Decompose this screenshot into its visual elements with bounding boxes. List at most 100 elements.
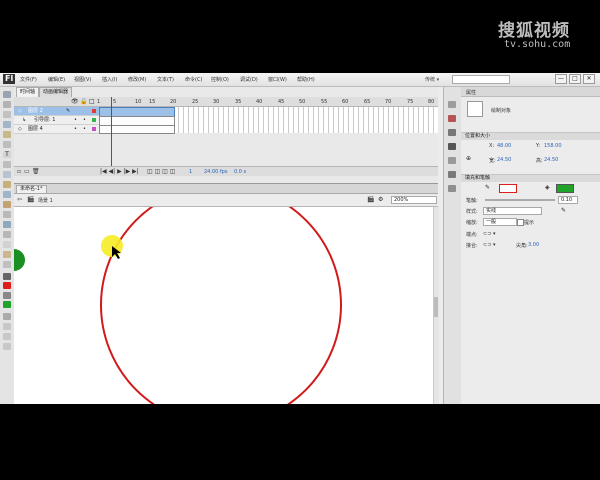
3d-rotation-tool-icon[interactable] (3, 121, 11, 128)
zoom-select[interactable]: 200% (391, 196, 437, 204)
visible-dot-icon[interactable]: • (74, 116, 77, 124)
bone-tool-icon[interactable] (3, 211, 11, 218)
frames-grid[interactable] (99, 107, 438, 134)
link-icon[interactable]: ⊕ (466, 155, 471, 162)
cap-select-icon[interactable]: ⊂⊃ ▾ (483, 231, 495, 237)
height-label: 高: (536, 158, 543, 164)
swap-colors-icon[interactable] (3, 313, 11, 320)
layer-row-guide[interactable]: ↳ 引导层: 1 • • (14, 116, 99, 125)
color-panel-icon[interactable] (448, 101, 456, 108)
stroke-width-field[interactable]: 0.10 (558, 196, 578, 204)
straighten-icon[interactable] (3, 343, 11, 350)
menu-help[interactable]: 帮助(H) (297, 76, 315, 83)
oval-tool-icon[interactable] (3, 171, 11, 178)
menu-insert[interactable]: 插入(I) (102, 76, 117, 83)
playhead[interactable] (111, 97, 112, 172)
outline-icon[interactable]: □ (89, 98, 95, 105)
fill-color-swatch[interactable] (3, 301, 11, 308)
free-transform-tool-icon[interactable] (3, 111, 11, 118)
menu-window[interactable]: 窗口(W) (268, 76, 287, 83)
line-tool-icon[interactable] (3, 161, 11, 168)
hand-tool-icon[interactable] (3, 251, 11, 258)
lock-dot-icon[interactable]: • (83, 125, 86, 133)
help-search-input[interactable] (452, 75, 510, 84)
menu-edit[interactable]: 编辑(E) (48, 76, 65, 83)
align-panel-icon[interactable] (448, 129, 456, 136)
miter-value[interactable]: 3.00 (528, 242, 539, 248)
smooth-icon[interactable] (3, 333, 11, 340)
close-button[interactable]: ✕ (583, 74, 595, 84)
menu-commands[interactable]: 命令(C) (185, 76, 202, 83)
hint-checkbox[interactable] (517, 219, 524, 226)
layer-color-swatch[interactable] (92, 127, 96, 131)
frame-rate[interactable]: 24.00 fps (204, 169, 227, 175)
workspace-switcher[interactable]: 传统 ▾ (425, 76, 439, 83)
layer-color-swatch[interactable] (92, 109, 96, 113)
playback-controls-icon[interactable]: |◀ ◀| ▶ |▶ ▶| (100, 168, 139, 175)
pencil-tool-icon[interactable] (3, 181, 11, 188)
layer-row-4[interactable]: ◇ 图层 4 • • (14, 125, 99, 134)
minimize-button[interactable]: — (555, 74, 567, 84)
new-folder-icon[interactable]: ▭ (24, 168, 30, 175)
visible-dot-icon[interactable]: • (74, 125, 77, 133)
layer-color-swatch[interactable] (92, 118, 96, 122)
stage-canvas[interactable] (14, 207, 434, 404)
lock-icon[interactable]: 🔒 (80, 98, 87, 105)
transform-panel-icon[interactable] (448, 157, 456, 164)
layer-row-2[interactable]: ◇ 图层 2 ✎ (14, 107, 99, 116)
tab-timeline[interactable]: 时间轴 (16, 87, 40, 97)
swatches-panel-icon[interactable] (448, 115, 456, 122)
tab-properties[interactable]: 属性 (466, 89, 476, 96)
back-arrow-icon[interactable]: ⇦ (17, 196, 22, 203)
info-panel-icon[interactable] (448, 143, 456, 150)
zoom-tool-icon[interactable] (3, 261, 11, 268)
scroll-thumb[interactable] (434, 297, 438, 317)
edit-scene-icon[interactable]: 🎬 (367, 196, 374, 203)
tab-motion-editor[interactable]: 动画编辑器 (39, 87, 73, 97)
menu-text[interactable]: 文本(T) (157, 76, 174, 83)
scene-name[interactable]: 场景 1 (38, 197, 53, 204)
position-size-section[interactable]: 位置和大小 (461, 132, 600, 140)
pen-tool-icon[interactable] (3, 141, 11, 148)
brush-tool-icon[interactable] (3, 191, 11, 198)
paint-bucket-tool-icon[interactable] (3, 221, 11, 228)
vertical-scrollbar[interactable] (433, 207, 439, 404)
maximize-button[interactable]: □ (569, 74, 581, 84)
onion-skin-icon[interactable]: ◫ ◫ ◫ ◫ (147, 168, 175, 175)
join-select-icon[interactable]: ⊂⊃ ▾ (483, 242, 495, 248)
width-value[interactable]: 24.50 (497, 157, 511, 163)
eye-icon[interactable]: 👁 (71, 98, 79, 105)
menu-file[interactable]: 文件(F) (20, 76, 37, 83)
stroke-color-picker[interactable] (499, 184, 517, 193)
snap-to-objects-icon[interactable] (3, 323, 11, 330)
eraser-tool-icon[interactable] (3, 241, 11, 248)
lasso-tool-icon[interactable] (3, 131, 11, 138)
fill-stroke-section[interactable]: 填充和笔触 (461, 174, 600, 182)
subselection-tool-icon[interactable] (3, 101, 11, 108)
menu-debug[interactable]: 调试(D) (240, 76, 258, 83)
new-layer-icon[interactable]: ▫ (17, 168, 21, 175)
scale-select[interactable]: 一般 (483, 218, 517, 226)
menu-view[interactable]: 视图(V) (74, 76, 91, 83)
eyedropper-tool-icon[interactable] (3, 231, 11, 238)
menu-control[interactable]: 控制(O) (211, 76, 229, 83)
stroke-pencil-icon (3, 273, 11, 280)
stroke-color-swatch[interactable] (3, 282, 11, 289)
x-value[interactable]: 48.00 (497, 143, 511, 149)
edit-stroke-style-icon[interactable]: ✎ (561, 207, 566, 214)
stroke-style-select[interactable]: 实线 (483, 207, 542, 215)
fill-color-picker[interactable] (556, 184, 574, 193)
components-panel-icon[interactable] (448, 171, 456, 178)
menu-modify[interactable]: 修改(M) (128, 76, 146, 83)
deco-tool-icon[interactable] (3, 201, 11, 208)
lock-dot-icon[interactable]: • (83, 116, 86, 124)
text-tool-icon[interactable]: T (3, 151, 11, 158)
library-panel-icon[interactable] (448, 185, 456, 192)
height-value[interactable]: 24.50 (544, 157, 558, 163)
selection-tool-icon[interactable] (3, 91, 11, 98)
delete-layer-icon[interactable]: 🗑 (32, 168, 40, 175)
y-value[interactable]: 158.00 (544, 143, 562, 149)
document-tab[interactable]: 未命名-1* (16, 185, 47, 194)
stroke-slider[interactable] (485, 199, 555, 201)
edit-symbol-icon[interactable]: ⚙ (378, 196, 383, 203)
